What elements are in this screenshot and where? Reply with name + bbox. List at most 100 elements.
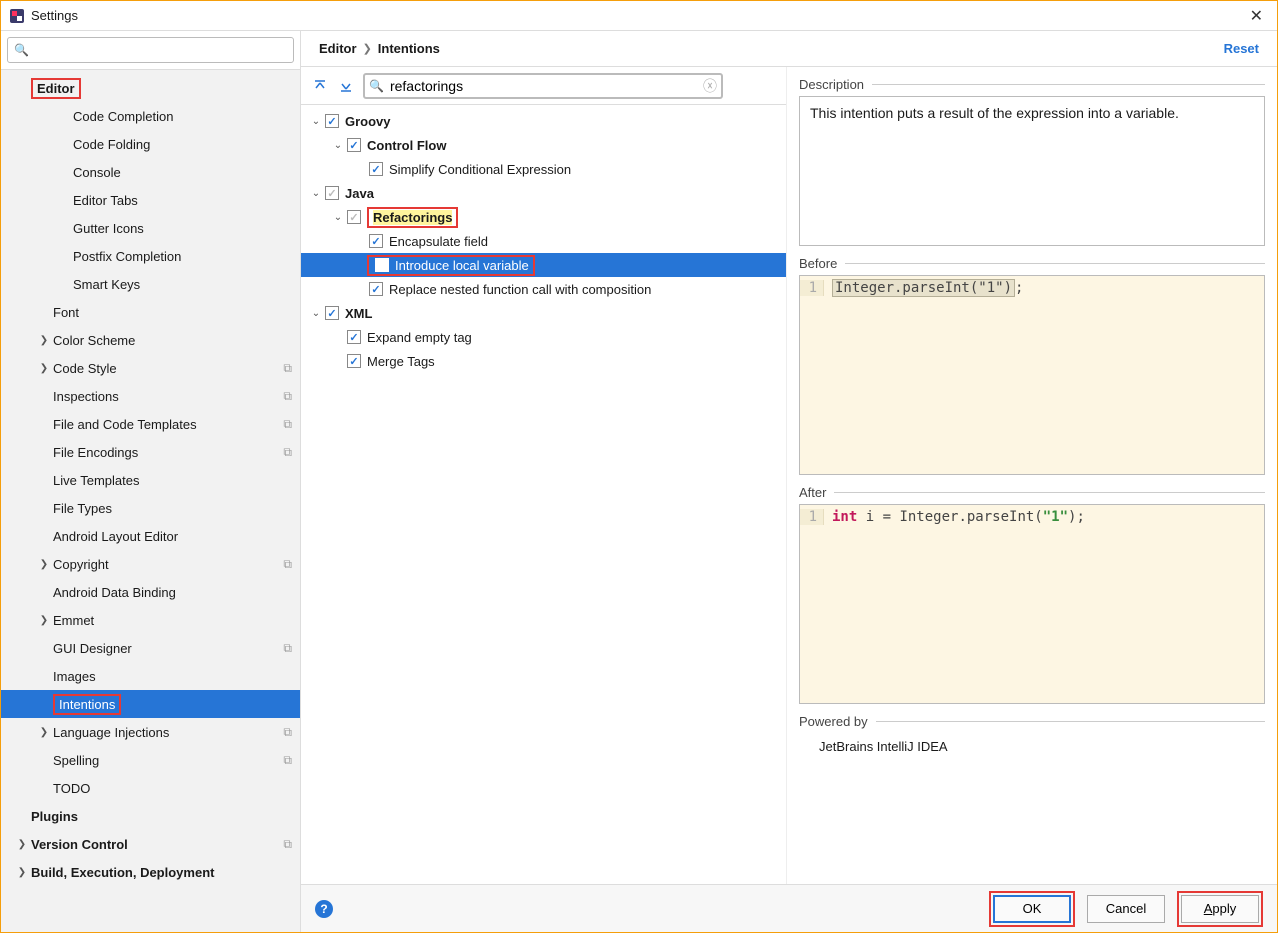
- sidebar-item-label: TODO: [53, 781, 292, 796]
- sidebar-item-label: Intentions: [53, 694, 292, 715]
- checkbox[interactable]: ✓: [369, 162, 383, 176]
- sidebar-item-editor[interactable]: Editor: [1, 74, 300, 102]
- help-icon[interactable]: ?: [315, 900, 333, 918]
- sidebar-item-version-control[interactable]: ❯Version Control⧉: [1, 830, 300, 858]
- checkbox[interactable]: ✓: [347, 210, 361, 224]
- intention-groovy[interactable]: ⌄✓Groovy: [301, 109, 786, 133]
- intentions-tree: ⌄✓Groovy⌄✓Control Flow✓Simplify Conditio…: [301, 105, 786, 884]
- close-icon[interactable]: ✕: [1244, 6, 1269, 26]
- checkbox[interactable]: ✓: [325, 306, 339, 320]
- copy-icon: ⧉: [283, 361, 292, 376]
- sidebar-item-label: Plugins: [31, 809, 292, 824]
- sidebar-item-color-scheme[interactable]: ❯Color Scheme: [1, 326, 300, 354]
- sidebar-item-postfix-completion[interactable]: Postfix Completion: [1, 242, 300, 270]
- chevron-icon: ❯: [15, 867, 29, 878]
- sidebar-item-android-data-binding[interactable]: Android Data Binding: [1, 578, 300, 606]
- intention-encapsulate-field[interactable]: ✓Encapsulate field: [301, 229, 786, 253]
- sidebar-item-file-types[interactable]: File Types: [1, 494, 300, 522]
- search-icon: 🔍: [14, 43, 29, 57]
- sidebar-tree: Editor Code Completion Code Folding Console…: [1, 70, 300, 932]
- copy-icon: ⧉: [283, 557, 292, 572]
- sidebar-item-label: Color Scheme: [53, 333, 292, 348]
- expand-all-icon[interactable]: [311, 79, 329, 93]
- before-section: Before 1Integer.parseInt("1");: [799, 256, 1265, 475]
- sidebar-search[interactable]: 🔍: [7, 37, 294, 63]
- sidebar-item-build-execution-deployment[interactable]: ❯Build, Execution, Deployment: [1, 858, 300, 886]
- sidebar-item-console[interactable]: Console: [1, 158, 300, 186]
- sidebar-item-images[interactable]: Images: [1, 662, 300, 690]
- checkbox[interactable]: ✓: [347, 330, 361, 344]
- sidebar-item-language-injections[interactable]: ❯Language Injections⧉: [1, 718, 300, 746]
- sidebar-item-code-completion[interactable]: Code Completion: [1, 102, 300, 130]
- chevron-down-icon: ⌄: [309, 188, 323, 199]
- sidebar-item-todo[interactable]: TODO: [1, 774, 300, 802]
- intention-simplify-conditional-expression[interactable]: ✓Simplify Conditional Expression: [301, 157, 786, 181]
- sidebar-search-input[interactable]: [33, 43, 287, 58]
- intention-label: Replace nested function call with compos…: [389, 282, 651, 297]
- copy-icon: ⧉: [283, 389, 292, 404]
- collapse-all-icon[interactable]: [337, 79, 355, 93]
- intentions-panel: 🔍 ⓧ ⌄✓Groovy⌄✓Control Flow✓Simplify Cond…: [301, 67, 787, 884]
- sidebar-item-intentions[interactable]: Intentions: [1, 690, 300, 718]
- reset-link[interactable]: Reset: [1224, 41, 1259, 56]
- main-panel: Editor ❯ Intentions Reset 🔍: [301, 31, 1277, 932]
- sidebar-item-inspections[interactable]: Inspections⧉: [1, 382, 300, 410]
- checkbox[interactable]: ✓: [369, 234, 383, 248]
- sidebar-item-gutter-icons[interactable]: Gutter Icons: [1, 214, 300, 242]
- intention-introduce-local-variable[interactable]: Introduce local variable: [301, 253, 786, 277]
- search-icon: 🔍: [369, 79, 384, 93]
- sidebar-item-label: Android Layout Editor: [53, 529, 292, 544]
- sidebar-item-label: Inspections: [53, 389, 283, 404]
- intentions-search-input[interactable]: [390, 78, 703, 94]
- apply-button[interactable]: Apply: [1181, 895, 1259, 923]
- breadcrumb-editor[interactable]: Editor: [319, 41, 357, 56]
- intention-control-flow[interactable]: ⌄✓Control Flow: [301, 133, 786, 157]
- intention-expand-empty-tag[interactable]: ✓Expand empty tag: [301, 325, 786, 349]
- sidebar-item-gui-designer[interactable]: GUI Designer⧉: [1, 634, 300, 662]
- ok-button[interactable]: OK: [993, 895, 1071, 923]
- sidebar-item-label: Smart Keys: [73, 277, 292, 292]
- intention-label: Refactorings: [373, 210, 452, 225]
- sidebar-item-label: Code Folding: [73, 137, 292, 152]
- chevron-down-icon: ⌄: [331, 212, 345, 223]
- sidebar-item-code-folding[interactable]: Code Folding: [1, 130, 300, 158]
- after-label: After: [799, 485, 826, 500]
- sidebar-item-spelling[interactable]: Spelling⧉: [1, 746, 300, 774]
- sidebar-item-font[interactable]: Font: [1, 298, 300, 326]
- checkbox[interactable]: ✓: [369, 282, 383, 296]
- checkbox[interactable]: ✓: [325, 114, 339, 128]
- checkbox[interactable]: ✓: [325, 186, 339, 200]
- intention-replace-nested-function-call-with-composition[interactable]: ✓ Replace nested function call with compo…: [301, 277, 786, 301]
- intentions-search[interactable]: 🔍 ⓧ: [363, 73, 723, 99]
- sidebar-item-file-encodings[interactable]: File Encodings⧉: [1, 438, 300, 466]
- sidebar-item-smart-keys[interactable]: Smart Keys: [1, 270, 300, 298]
- checkbox[interactable]: ✓: [347, 138, 361, 152]
- sidebar-item-file-and-code-templates[interactable]: File and Code Templates⧉: [1, 410, 300, 438]
- powered-by-label: Powered by: [799, 714, 868, 729]
- chevron-icon: ❯: [37, 615, 51, 626]
- sidebar-item-label: Android Data Binding: [53, 585, 292, 600]
- sidebar-item-copyright[interactable]: ❯Copyright⧉: [1, 550, 300, 578]
- sidebar-item-label: Code Completion: [73, 109, 292, 124]
- sidebar-item-plugins[interactable]: Plugins: [1, 802, 300, 830]
- sidebar-item-label: File and Code Templates: [53, 417, 283, 432]
- sidebar-item-label: File Encodings: [53, 445, 283, 460]
- sidebar-item-label: Code Style: [53, 361, 283, 376]
- intention-merge-tags[interactable]: ✓Merge Tags: [301, 349, 786, 373]
- sidebar-item-label: Gutter Icons: [73, 221, 292, 236]
- clear-icon[interactable]: ⓧ: [703, 76, 717, 96]
- intention-java[interactable]: ⌄✓Java: [301, 181, 786, 205]
- intention-xml[interactable]: ⌄✓XML: [301, 301, 786, 325]
- sidebar-item-label: Copyright: [53, 557, 283, 572]
- intention-refactorings[interactable]: ⌄✓ Refactorings: [301, 205, 786, 229]
- cancel-button[interactable]: Cancel: [1087, 895, 1165, 923]
- sidebar-item-editor-tabs[interactable]: Editor Tabs: [1, 186, 300, 214]
- content: 🔍 Editor Code Completion Code Folding Conso…: [1, 31, 1277, 932]
- sidebar-item-android-layout-editor[interactable]: Android Layout Editor: [1, 522, 300, 550]
- chevron-down-icon: ⌄: [309, 116, 323, 127]
- sidebar-item-code-style[interactable]: ❯Code Style⧉: [1, 354, 300, 382]
- checkbox[interactable]: ✓: [347, 354, 361, 368]
- sidebar-item-live-templates[interactable]: Live Templates: [1, 466, 300, 494]
- sidebar-item-emmet[interactable]: ❯Emmet: [1, 606, 300, 634]
- checkbox[interactable]: [375, 258, 389, 272]
